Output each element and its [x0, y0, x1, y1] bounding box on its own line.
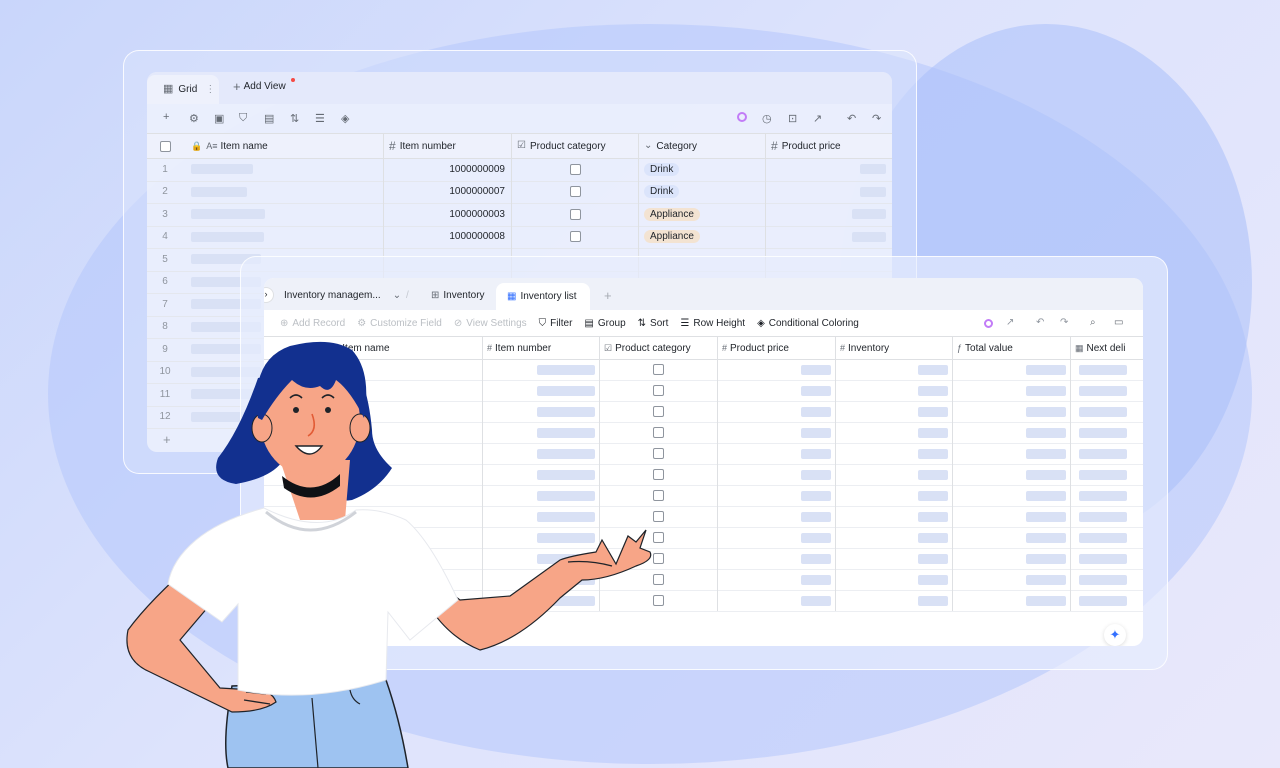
ear-right	[349, 413, 371, 443]
t-shirt	[167, 507, 459, 696]
presenter-illustration	[126, 341, 652, 768]
